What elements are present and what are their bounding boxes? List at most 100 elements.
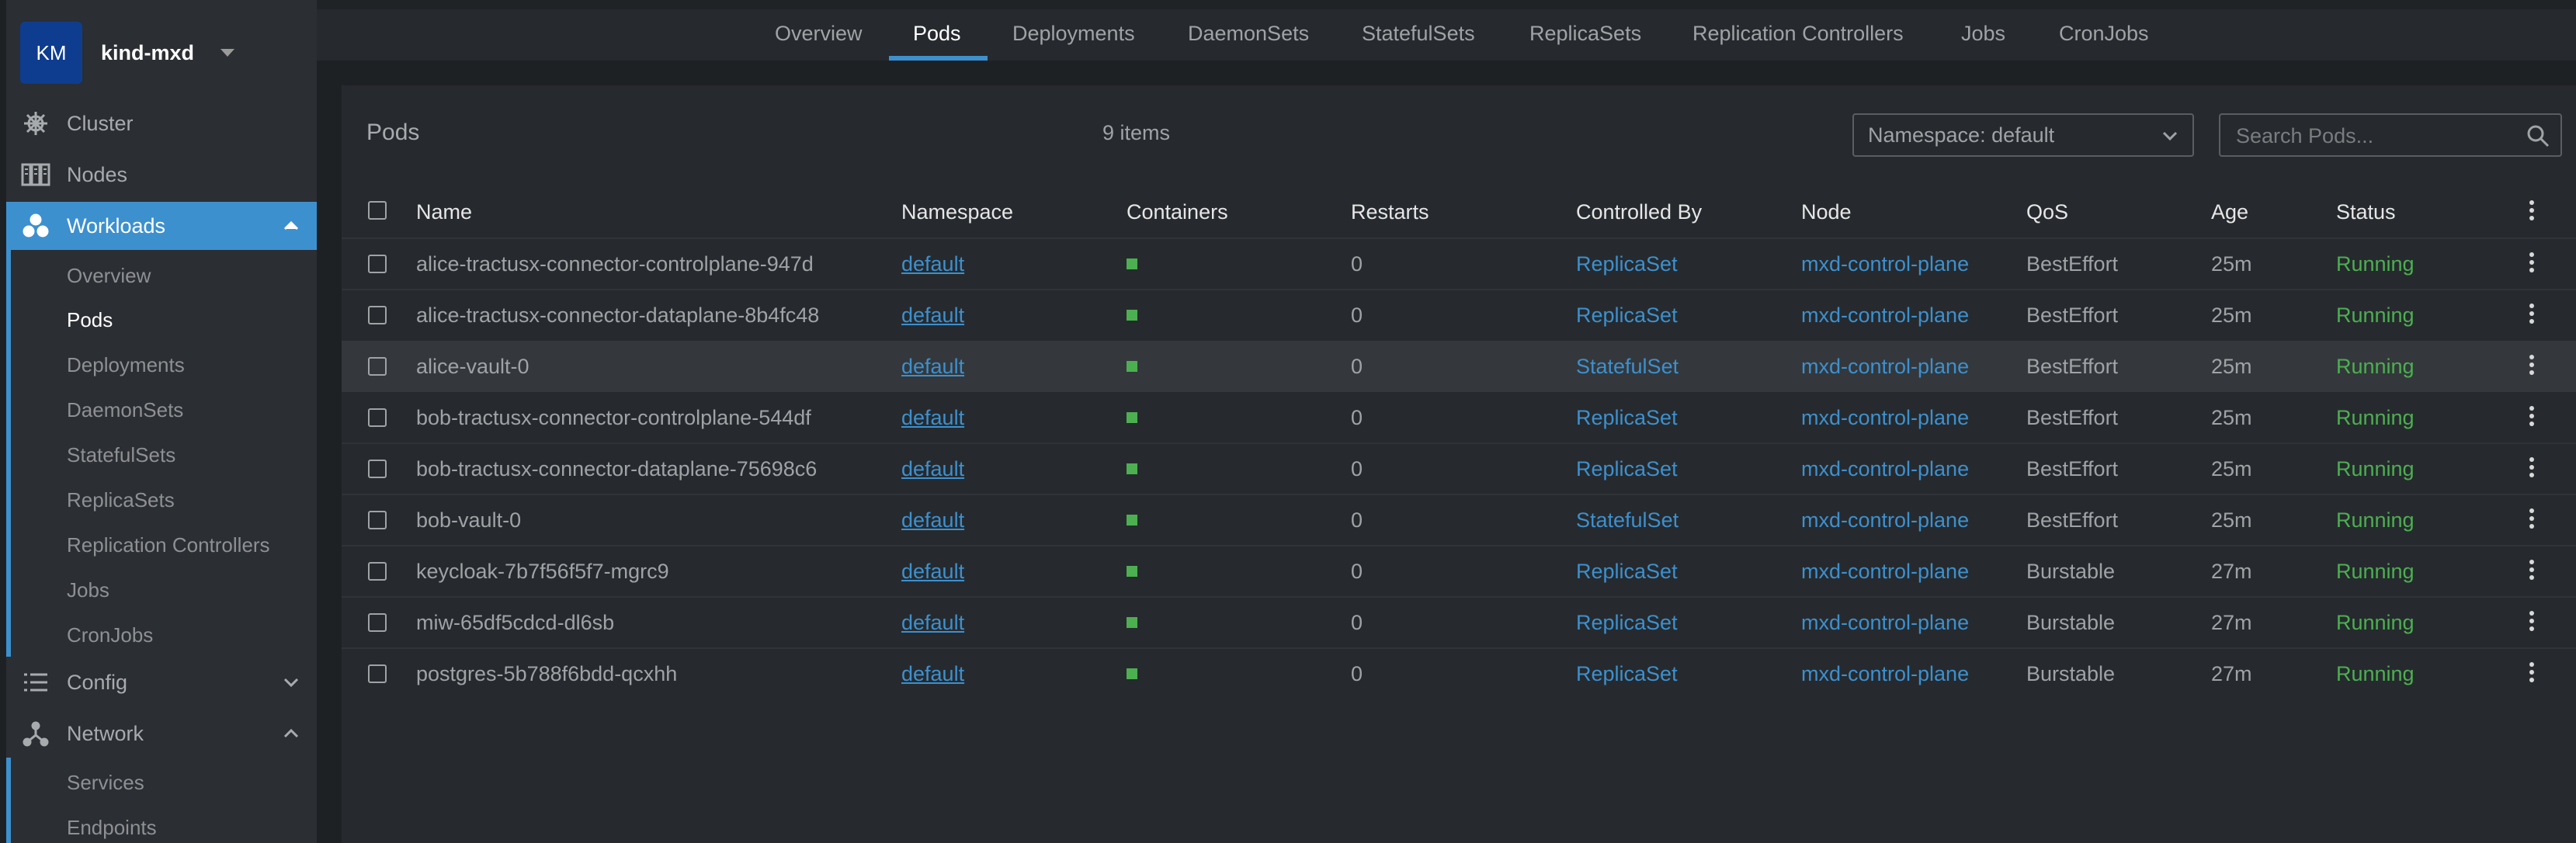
controlled-by-link[interactable]: ReplicaSet bbox=[1576, 597, 1778, 648]
tab-pods[interactable]: Pods bbox=[913, 9, 961, 61]
cluster-switcher[interactable]: KM kind-mxd bbox=[20, 22, 235, 84]
sidebar-subitem-jobs[interactable]: Jobs bbox=[67, 574, 109, 605]
row-menu-icon[interactable] bbox=[2529, 611, 2534, 634]
namespace-link[interactable]: default bbox=[901, 546, 1057, 597]
tab-deployments[interactable]: Deployments bbox=[1012, 9, 1135, 61]
namespace-link[interactable]: default bbox=[901, 494, 1057, 546]
row-menu-icon[interactable] bbox=[2529, 252, 2534, 276]
node-link[interactable]: mxd-control-plane bbox=[1801, 238, 2019, 290]
sidebar-subitem-deployments[interactable]: Deployments bbox=[67, 349, 185, 380]
tab-cronjobs[interactable]: CronJobs bbox=[2059, 9, 2149, 61]
controlled-by-link[interactable]: ReplicaSet bbox=[1576, 392, 1778, 443]
row-menu-icon[interactable] bbox=[2529, 355, 2534, 378]
row-menu-icon[interactable] bbox=[2529, 560, 2534, 583]
controlled-by-link[interactable]: ReplicaSet bbox=[1576, 238, 1778, 290]
namespace-link[interactable]: default bbox=[901, 443, 1057, 494]
sidebar-item-nodes[interactable]: Nodes bbox=[6, 151, 317, 199]
row-menu-icon[interactable] bbox=[2529, 406, 2534, 429]
tab-jobs[interactable]: Jobs bbox=[1961, 9, 2005, 61]
namespace-link[interactable]: default bbox=[901, 238, 1057, 290]
container-status-dot[interactable] bbox=[1127, 412, 1137, 423]
sidebar-item-cluster[interactable]: Cluster bbox=[6, 99, 317, 147]
row-checkbox[interactable] bbox=[368, 306, 387, 324]
namespace-link[interactable]: default bbox=[901, 648, 1057, 699]
row-menu-icon[interactable] bbox=[2529, 457, 2534, 480]
column-header-status[interactable]: Status bbox=[2336, 200, 2396, 224]
chevron-down-icon[interactable] bbox=[281, 672, 301, 698]
table-row[interactable]: postgres-5b788f6bdd-qcxhh default 0 Replica… bbox=[342, 648, 2576, 699]
row-menu-icon[interactable] bbox=[2529, 508, 2534, 532]
tab-overview[interactable]: Overview bbox=[775, 9, 863, 61]
row-checkbox[interactable] bbox=[368, 613, 387, 632]
search-icon[interactable] bbox=[2526, 124, 2550, 151]
column-header-name[interactable]: Name bbox=[416, 200, 472, 224]
column-header-qos[interactable]: QoS bbox=[2026, 200, 2068, 224]
node-link[interactable]: mxd-control-plane bbox=[1801, 392, 2019, 443]
container-status-dot[interactable] bbox=[1127, 668, 1137, 679]
sidebar-subitem-replication-controllers[interactable]: Replication Controllers bbox=[67, 529, 270, 560]
controlled-by-link[interactable]: ReplicaSet bbox=[1576, 443, 1778, 494]
tab-replicasets[interactable]: ReplicaSets bbox=[1529, 9, 1641, 61]
chevron-up-icon[interactable] bbox=[281, 216, 301, 241]
sidebar-subitem-statefulsets[interactable]: StatefulSets bbox=[67, 439, 175, 470]
row-checkbox[interactable] bbox=[368, 664, 387, 683]
node-link[interactable]: mxd-control-plane bbox=[1801, 546, 2019, 597]
node-link[interactable]: mxd-control-plane bbox=[1801, 494, 2019, 546]
controlled-by-link[interactable]: ReplicaSet bbox=[1576, 648, 1778, 699]
column-header-containers[interactable]: Containers bbox=[1127, 200, 1228, 224]
row-menu-icon[interactable] bbox=[2529, 304, 2534, 327]
sidebar-subitem-replicasets[interactable]: ReplicaSets bbox=[67, 484, 175, 515]
controlled-by-link[interactable]: ReplicaSet bbox=[1576, 290, 1778, 341]
row-checkbox[interactable] bbox=[368, 408, 387, 427]
namespace-link[interactable]: default bbox=[901, 290, 1057, 341]
row-checkbox[interactable] bbox=[368, 460, 387, 478]
tab-statefulsets[interactable]: StatefulSets bbox=[1362, 9, 1475, 61]
column-header-age[interactable]: Age bbox=[2211, 200, 2248, 224]
table-row[interactable]: keycloak-7b7f56f5f7-mgrc9 default 0 Replica… bbox=[342, 546, 2576, 597]
node-link[interactable]: mxd-control-plane bbox=[1801, 443, 2019, 494]
tab-daemonsets[interactable]: DaemonSets bbox=[1188, 9, 1309, 61]
sidebar-item-config[interactable]: Config bbox=[6, 658, 317, 706]
container-status-dot[interactable] bbox=[1127, 310, 1137, 321]
column-header-node[interactable]: Node bbox=[1801, 200, 1852, 224]
node-link[interactable]: mxd-control-plane bbox=[1801, 341, 2019, 392]
sidebar-subitem-cronjobs[interactable]: CronJobs bbox=[67, 619, 153, 650]
table-row[interactable]: bob-vault-0 default 0 StatefulSet mxd-contro… bbox=[342, 494, 2576, 546]
node-link[interactable]: mxd-control-plane bbox=[1801, 648, 2019, 699]
container-status-dot[interactable] bbox=[1127, 566, 1137, 577]
select-all-checkbox[interactable] bbox=[368, 201, 387, 220]
sidebar-subitem-services[interactable]: Services bbox=[67, 767, 144, 798]
sidebar-item-workloads[interactable]: Workloads bbox=[6, 202, 317, 250]
sidebar-subitem-overview[interactable]: Overview bbox=[67, 260, 151, 291]
row-menu-icon[interactable] bbox=[2529, 662, 2534, 685]
namespace-link[interactable]: default bbox=[901, 597, 1057, 648]
node-link[interactable]: mxd-control-plane bbox=[1801, 597, 2019, 648]
namespace-link[interactable]: default bbox=[901, 341, 1057, 392]
controlled-by-link[interactable]: ReplicaSet bbox=[1576, 546, 1778, 597]
row-checkbox[interactable] bbox=[368, 562, 387, 581]
controlled-by-link[interactable]: StatefulSet bbox=[1576, 341, 1778, 392]
column-header-controlled-by[interactable]: Controlled By bbox=[1576, 200, 1702, 224]
search-input[interactable] bbox=[2220, 115, 2517, 157]
table-row[interactable]: bob-tractusx-connector-controlplane-544d… bbox=[342, 392, 2576, 443]
controlled-by-link[interactable]: StatefulSet bbox=[1576, 494, 1778, 546]
column-header-namespace[interactable]: Namespace bbox=[901, 200, 1013, 224]
container-status-dot[interactable] bbox=[1127, 617, 1137, 628]
caret-down-icon[interactable] bbox=[220, 49, 235, 57]
sidebar-subitem-daemonsets[interactable]: DaemonSets bbox=[67, 394, 183, 425]
node-link[interactable]: mxd-control-plane bbox=[1801, 290, 2019, 341]
table-row[interactable]: alice-tractusx-connector-controlplane-94… bbox=[342, 238, 2576, 290]
sidebar-item-network[interactable]: Network bbox=[6, 709, 317, 758]
tab-replication-controllers[interactable]: Replication Controllers bbox=[1692, 9, 1904, 61]
table-row[interactable]: alice-vault-0 default 0 StatefulSet mxd-cont… bbox=[342, 341, 2576, 392]
sidebar-subitem-endpoints[interactable]: Endpoints bbox=[67, 812, 157, 843]
row-checkbox[interactable] bbox=[368, 255, 387, 273]
container-status-dot[interactable] bbox=[1127, 361, 1137, 372]
column-header-restarts[interactable]: Restarts bbox=[1351, 200, 1429, 224]
column-menu-icon[interactable] bbox=[2529, 200, 2534, 224]
container-status-dot[interactable] bbox=[1127, 515, 1137, 526]
row-checkbox[interactable] bbox=[368, 357, 387, 376]
table-row[interactable]: alice-tractusx-connector-dataplane-8b4fc… bbox=[342, 290, 2576, 341]
namespace-link[interactable]: default bbox=[901, 392, 1057, 443]
sidebar-subitem-pods[interactable]: Pods bbox=[67, 304, 113, 335]
